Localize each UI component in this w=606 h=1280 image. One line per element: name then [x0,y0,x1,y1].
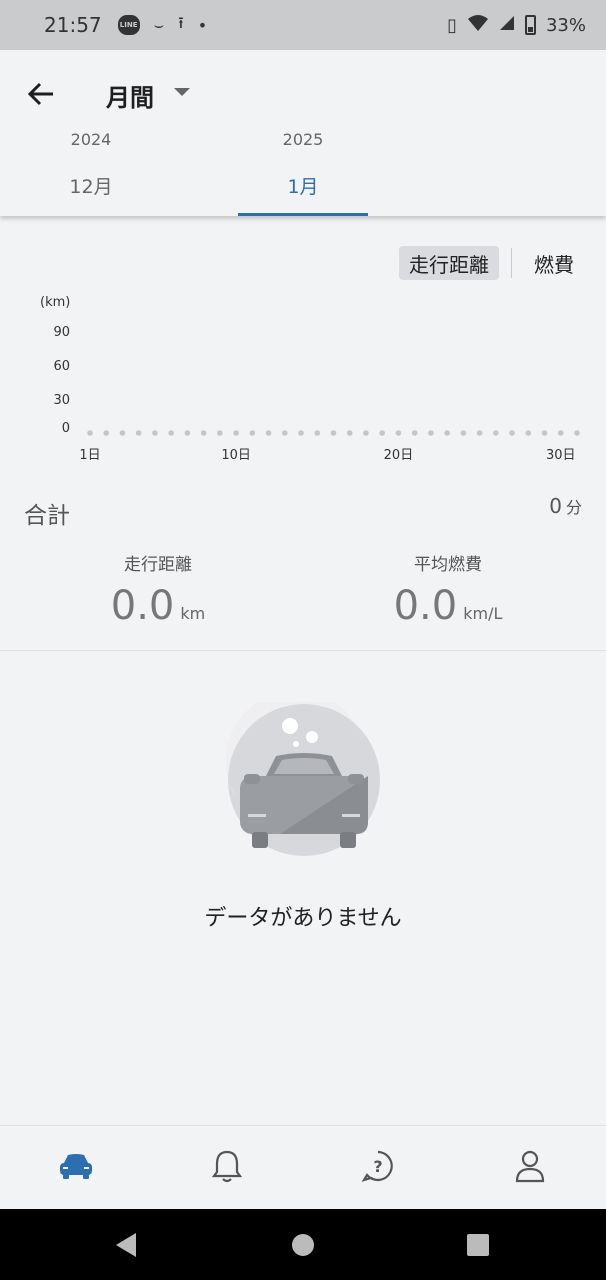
data-point [119,430,126,436]
y-tick-label: 30 [53,393,70,408]
total-label: 合計 [24,503,70,529]
data-point [152,430,158,436]
tab-year: 2025 [282,130,324,149]
notification-dot-icon: • [197,15,208,35]
x-tick-label: 1日 [79,448,100,463]
wifi-icon [467,14,489,37]
total-number: 0 [549,494,562,518]
bottom-navigation: ? [0,1125,606,1209]
nav-help-icon[interactable]: ? [358,1146,398,1186]
data-point [103,430,110,436]
system-back-icon[interactable] [112,1231,140,1259]
data-point [298,430,304,436]
status-time: 21:57 [44,13,102,37]
data-point [574,430,580,436]
total-value: 0分 [549,494,582,518]
distance-metric: 走行距離 0.0 km [68,550,248,629]
y-tick-label: 60 [53,359,70,374]
data-point [168,430,174,436]
y-axis-label: (km) [40,295,70,310]
data-point [282,430,288,436]
fuel-metric: 平均燃費 0.0 km/L [358,550,538,629]
data-point [217,430,223,436]
x-tick-label: 10日 [221,448,251,463]
tab-month-current[interactable]: 2025 1月 [238,130,368,216]
data-point [135,430,142,436]
data-point [233,430,239,436]
system-home-icon[interactable] [289,1231,317,1259]
data-point [444,430,450,436]
period-dropdown-icon[interactable] [174,88,190,96]
tab-month-prev[interactable]: 2024 12月 [26,130,156,216]
car-illustration-icon [226,702,380,856]
data-point [493,430,499,436]
data-point [557,430,564,436]
nfc-icon: ▯ [447,14,457,36]
data-point [363,430,369,436]
distance-chart: (km) 90 60 30 0 1日 10日 20日 30日 [40,295,580,463]
y-tick-label: 90 [53,325,70,340]
data-point [395,430,402,436]
data-point [509,430,515,436]
fuel-label: 平均燃費 [414,555,482,575]
tab-year: 2024 [70,130,112,149]
data-point [87,430,93,436]
battery-icon [524,15,536,35]
data-point [476,430,483,436]
system-recents-icon[interactable] [464,1231,492,1259]
data-point [265,430,272,436]
chart-toggle: 走行距離 燃費 [399,246,584,280]
back-arrow-icon[interactable] [24,74,58,114]
data-point [200,430,207,436]
x-tick-label: 30日 [546,448,576,463]
battery-percent: 33% [545,14,586,36]
section-divider [0,650,606,651]
page-title: 月間 [106,84,154,112]
nav-car-icon[interactable] [56,1146,96,1186]
line-app-icon: LINE [117,15,140,35]
status-bar: 21:57 LINE ⌣ ⭱ • ▯ 33% [0,0,606,50]
mail-icon: ⌣ [153,15,165,34]
tab-month: 1月 [287,176,319,198]
distance-value: 0.0 [110,583,175,629]
fuel-unit: km/L [463,604,503,623]
toggle-distance-button[interactable]: 走行距離 [399,246,499,280]
toggle-fuel-button[interactable]: 燃費 [524,246,584,280]
nav-account-icon[interactable] [510,1146,550,1186]
distance-unit: km [180,604,206,623]
toggle-divider [511,248,512,278]
data-point [428,430,434,436]
x-tick-label: 20日 [384,448,414,463]
data-point [541,430,548,436]
data-point [525,430,532,436]
data-point [460,430,467,436]
nav-bell-icon[interactable] [207,1146,247,1186]
fuel-value: 0.0 [393,583,458,629]
svg-text:?: ? [373,1157,382,1176]
data-point [314,430,321,436]
empty-state-message: データがありません [204,906,402,931]
distance-label: 走行距離 [124,555,192,575]
data-point [184,430,191,436]
total-unit: 分 [565,498,582,517]
app-header: 月間 2024 12月 2025 1月 [0,50,606,216]
data-point [330,430,337,436]
signal-icon [499,15,515,36]
y-tick-label: 0 [62,421,70,436]
data-point [346,430,353,436]
data-point [379,430,386,436]
system-navigation-bar [0,1209,606,1280]
upload-icon: ⭱ [178,12,184,32]
data-point [249,430,256,436]
tab-month: 12月 [69,176,113,198]
data-point [411,430,418,436]
